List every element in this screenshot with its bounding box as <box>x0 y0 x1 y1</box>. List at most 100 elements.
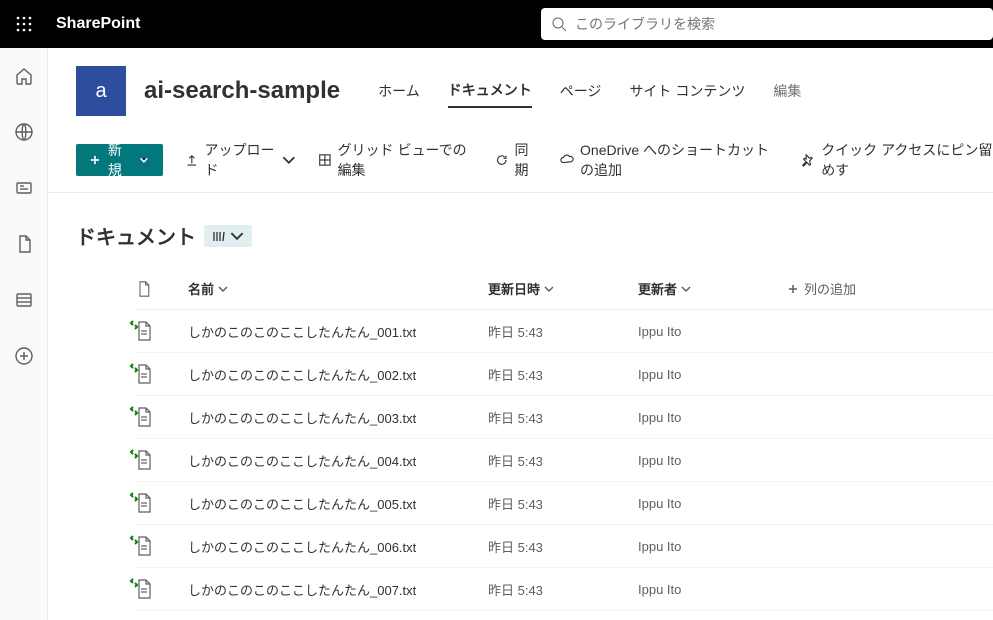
header-name[interactable]: 名前 <box>188 279 488 298</box>
file-modified: 昨日 5:43 <box>488 580 543 599</box>
file-modified-by[interactable]: Ippu Ito <box>638 324 681 339</box>
file-icon <box>136 281 152 297</box>
onedrive-shortcut-button[interactable]: OneDrive へのショートカットの追加 <box>560 140 779 180</box>
nav-documents[interactable]: ドキュメント <box>448 74 532 108</box>
file-modified: 昨日 5:43 <box>488 322 543 341</box>
add-column-label: 列の追加 <box>804 279 856 298</box>
main-content: a ai-search-sample ホーム ドキュメント ページ サイト コン… <box>48 48 993 620</box>
command-bar: 新規 アップロード グリッド ビューでの編集 同期 OneDrive へのショー… <box>48 122 993 193</box>
pin-quick-access-label: クイック アクセスにピン留めす <box>821 140 993 180</box>
globe-icon <box>14 122 34 142</box>
file-modified: 昨日 5:43 <box>488 408 543 427</box>
file-name[interactable]: しかのこのこのここしたんたん_005.txt <box>188 494 416 513</box>
file-type-cell <box>136 536 152 556</box>
file-modified: 昨日 5:43 <box>488 451 543 470</box>
table-row[interactable]: しかのこのこのここしたんたん_002.txt 昨日 5:43 Ippu Ito <box>136 353 993 396</box>
file-modified: 昨日 5:43 <box>488 537 543 556</box>
nav-edit[interactable]: 編集 <box>773 75 801 107</box>
file-modified: 昨日 5:43 <box>488 365 543 384</box>
onedrive-icon <box>560 152 574 168</box>
sync-status-icon <box>129 490 139 500</box>
sync-label: 同期 <box>514 140 538 180</box>
rail-files-button[interactable] <box>8 228 40 260</box>
plus-icon <box>90 154 100 166</box>
sync-status-icon <box>129 318 139 328</box>
view-selector[interactable] <box>204 225 252 247</box>
new-button-label: 新規 <box>108 140 131 180</box>
grid-edit-button[interactable]: グリッド ビューでの編集 <box>318 140 473 180</box>
search-box[interactable] <box>541 8 993 40</box>
file-table: 名前 更新日時 更新者 列の追加 <box>48 268 993 611</box>
header-name-label: 名前 <box>188 279 214 298</box>
pin-quick-access-button[interactable]: クイック アクセスにピン留めす <box>801 140 993 180</box>
table-row[interactable]: しかのこのこのここしたんたん_001.txt 昨日 5:43 Ippu Ito <box>136 310 993 353</box>
nav-pages[interactable]: ページ <box>560 75 602 107</box>
waffle-icon <box>16 16 32 32</box>
table-row[interactable]: しかのこのこのここしたんたん_007.txt 昨日 5:43 Ippu Ito <box>136 568 993 611</box>
global-nav-rail <box>0 48 48 620</box>
onedrive-shortcut-label: OneDrive へのショートカットの追加 <box>580 140 779 180</box>
rail-home-button[interactable] <box>8 60 40 92</box>
file-type-cell <box>136 579 152 599</box>
chevron-down-icon <box>230 229 244 243</box>
chevron-down-icon <box>544 284 554 294</box>
site-nav: ホーム ドキュメント ページ サイト コンテンツ 編集 <box>378 74 801 108</box>
sync-status-icon <box>129 576 139 586</box>
sync-button[interactable]: 同期 <box>495 140 538 180</box>
search-input[interactable] <box>575 16 983 32</box>
add-column-button[interactable]: 列の追加 <box>788 279 908 298</box>
chevron-down-icon <box>282 152 296 168</box>
sync-icon <box>495 152 509 168</box>
header-modified-label: 更新日時 <box>488 279 540 298</box>
library-title-row: ドキュメント <box>48 193 993 268</box>
file-name[interactable]: しかのこのこのここしたんたん_003.txt <box>188 408 416 427</box>
home-icon <box>14 66 34 86</box>
sync-status-icon <box>129 404 139 414</box>
file-name[interactable]: しかのこのこのここしたんたん_002.txt <box>188 365 416 384</box>
file-modified-by[interactable]: Ippu Ito <box>638 496 681 511</box>
new-button[interactable]: 新規 <box>76 144 163 176</box>
table-row[interactable]: しかのこのこのここしたんたん_005.txt 昨日 5:43 Ippu Ito <box>136 482 993 525</box>
table-row[interactable]: しかのこのこのここしたんたん_003.txt 昨日 5:43 Ippu Ito <box>136 396 993 439</box>
app-launcher-button[interactable] <box>0 0 48 48</box>
file-modified: 昨日 5:43 <box>488 494 543 513</box>
file-modified-by[interactable]: Ippu Ito <box>638 410 681 425</box>
header-modified[interactable]: 更新日時 <box>488 279 638 298</box>
header-file-type[interactable] <box>136 281 188 297</box>
table-row[interactable]: しかのこのこのここしたんたん_006.txt 昨日 5:43 Ippu Ito <box>136 525 993 568</box>
suite-bar: SharePoint <box>0 0 993 48</box>
file-name[interactable]: しかのこのこのここしたんたん_004.txt <box>188 451 416 470</box>
nav-home[interactable]: ホーム <box>378 75 420 107</box>
plus-icon <box>788 284 798 294</box>
file-name[interactable]: しかのこのこのここしたんたん_001.txt <box>188 322 416 341</box>
site-logo[interactable]: a <box>76 66 126 116</box>
rail-sites-button[interactable] <box>8 116 40 148</box>
rail-lists-button[interactable] <box>8 284 40 316</box>
file-type-cell <box>136 364 152 384</box>
sync-status-icon <box>129 447 139 457</box>
file-modified-by[interactable]: Ippu Ito <box>638 582 681 597</box>
file-modified-by[interactable]: Ippu Ito <box>638 453 681 468</box>
file-name[interactable]: しかのこのこのここしたんたん_007.txt <box>188 580 416 599</box>
search-icon <box>551 16 567 32</box>
nav-site-contents[interactable]: サイト コンテンツ <box>629 75 745 107</box>
header-modified-by-label: 更新者 <box>638 279 677 298</box>
rail-create-button[interactable] <box>8 340 40 372</box>
file-modified-by[interactable]: Ippu Ito <box>638 367 681 382</box>
news-icon <box>14 178 34 198</box>
sync-status-icon <box>129 533 139 543</box>
site-title[interactable]: ai-search-sample <box>144 77 340 105</box>
file-icon <box>14 234 34 254</box>
table-header: 名前 更新日時 更新者 列の追加 <box>136 268 993 310</box>
header-modified-by[interactable]: 更新者 <box>638 279 788 298</box>
file-type-cell <box>136 493 152 513</box>
app-name[interactable]: SharePoint <box>56 15 140 33</box>
upload-button[interactable]: アップロード <box>185 140 296 180</box>
file-modified-by[interactable]: Ippu Ito <box>638 539 681 554</box>
file-name[interactable]: しかのこのこのここしたんたん_006.txt <box>188 537 416 556</box>
rail-news-button[interactable] <box>8 172 40 204</box>
table-row[interactable]: しかのこのこのここしたんたん_004.txt 昨日 5:43 Ippu Ito <box>136 439 993 482</box>
sync-status-icon <box>129 361 139 371</box>
grid-edit-label: グリッド ビューでの編集 <box>338 140 473 180</box>
table-body: しかのこのこのここしたんたん_001.txt 昨日 5:43 Ippu Ito … <box>136 310 993 611</box>
